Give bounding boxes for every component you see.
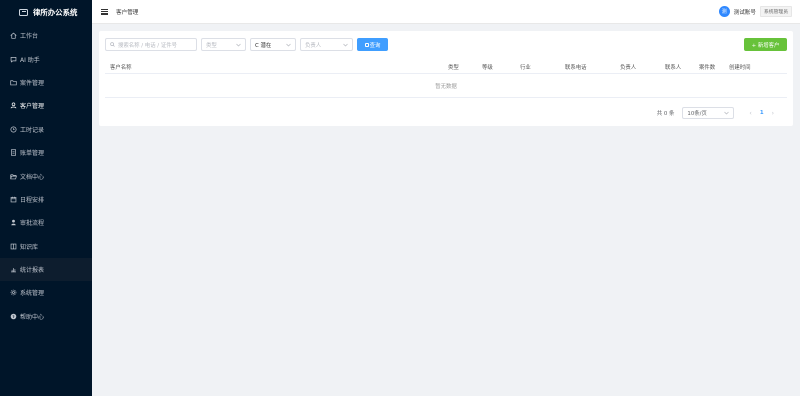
document-icon — [9, 149, 17, 157]
menu-toggle-icon[interactable] — [101, 8, 108, 15]
column-header[interactable]: 负责人 — [620, 63, 636, 71]
sidebar-item-reports[interactable]: 统计报表 — [0, 257, 92, 282]
query-button[interactable]: 查询 — [357, 38, 388, 51]
sidebar-item-label: AI 助手 — [20, 56, 40, 64]
app-title: 律所办公系统 — [33, 7, 78, 17]
person-icon — [9, 219, 17, 227]
sidebar-item-billing[interactable]: 账单管理 — [0, 141, 92, 164]
help-icon: ? — [9, 312, 17, 320]
sidebar-item-timesheets[interactable]: 工时记录 — [0, 118, 92, 141]
sidebar-item-label: 帮助中心 — [20, 313, 45, 321]
gear-icon — [9, 289, 17, 297]
table-header: 客户名称 类型 等级 行业 联系电话 负责人 联系人 案件数 创建时间 — [105, 60, 787, 74]
sidebar: 律所办公系统 工作台 AI 助手 案件管理 客户管理 工时记录 账单管理 文档中… — [0, 0, 92, 396]
logo-icon — [19, 8, 28, 16]
top-header: 客户管理 测 测试账号 系统管理员 — [92, 0, 800, 24]
customer-table: 客户名称 类型 等级 行业 联系电话 负责人 联系人 案件数 创建时间 暂无数据 — [105, 60, 787, 98]
svg-text:?: ? — [12, 314, 14, 319]
sidebar-item-label: 工作台 — [20, 33, 39, 41]
page-title: 客户管理 — [116, 9, 139, 16]
query-icon — [364, 42, 369, 47]
status-select[interactable]: C 潜在 — [250, 38, 296, 51]
status-value: C 潜在 — [255, 42, 272, 49]
sidebar-menu: 工作台 AI 助手 案件管理 客户管理 工时记录 账单管理 文档中心 日程安排 — [0, 24, 92, 328]
filter-bar: 搜索名称 / 电话 / 证件号 类型 C 潜在 负责人 查询 — [105, 38, 388, 51]
user-icon — [9, 102, 17, 110]
sidebar-item-label: 文档中心 — [20, 173, 45, 181]
role-badge: 系统管理员 — [760, 6, 792, 17]
sidebar-item-schedule[interactable]: 日程安排 — [0, 188, 92, 211]
column-header[interactable]: 联系电话 — [565, 63, 587, 71]
column-header[interactable]: 等级 — [482, 63, 493, 71]
page-size-value: 10条/页 — [687, 111, 707, 117]
query-label: 查询 — [369, 42, 381, 49]
column-header[interactable]: 联系人 — [665, 63, 681, 71]
user-menu[interactable]: 测 测试账号 系统管理员 — [718, 6, 792, 17]
sidebar-item-label: 知识库 — [20, 243, 39, 251]
next-page-button[interactable]: › — [772, 110, 774, 117]
type-select[interactable]: 类型 — [201, 38, 246, 51]
sidebar-item-documents[interactable]: 文档中心 — [0, 164, 92, 187]
folder-open-icon — [9, 172, 17, 180]
pagination: 共 0 条 10条/页 ‹ 1 › — [657, 107, 779, 119]
sidebar-item-label: 案件管理 — [20, 79, 45, 87]
owner-placeholder: 负责人 — [305, 42, 322, 49]
owner-select[interactable]: 负责人 — [300, 38, 353, 51]
sidebar-item-customers[interactable]: 客户管理 — [0, 94, 92, 117]
prev-page-button[interactable]: ‹ — [749, 110, 751, 117]
app-brand[interactable]: 律所办公系统 — [0, 0, 92, 24]
clock-icon — [9, 125, 17, 133]
sidebar-item-label: 工时记录 — [20, 126, 45, 134]
sidebar-item-system[interactable]: 系统管理 — [0, 281, 92, 304]
sidebar-item-cases[interactable]: 案件管理 — [0, 71, 92, 94]
book-icon — [9, 242, 17, 250]
sidebar-item-approvals[interactable]: 审批流程 — [0, 211, 92, 234]
search-placeholder: 搜索名称 / 电话 / 证件号 — [118, 42, 178, 49]
home-icon — [9, 32, 17, 40]
sidebar-item-knowledge[interactable]: 知识库 — [0, 235, 92, 258]
sidebar-item-label: 客户管理 — [20, 103, 45, 111]
user-name[interactable]: 测试账号 — [734, 8, 756, 16]
column-header[interactable]: 客户名称 — [110, 63, 132, 71]
chevron-down-icon — [343, 43, 348, 49]
chart-icon — [9, 266, 17, 274]
folder-icon — [9, 78, 17, 86]
sidebar-item-label: 日程安排 — [20, 196, 45, 204]
column-header[interactable]: 案件数 — [699, 63, 715, 71]
customer-list-card: 搜索名称 / 电话 / 证件号 类型 C 潜在 负责人 查询 + 新增客户 客户… — [99, 31, 793, 126]
add-customer-button[interactable]: + 新增客户 — [744, 38, 787, 51]
calendar-icon — [9, 195, 17, 203]
chevron-down-icon — [724, 111, 730, 117]
page-size-select[interactable]: 10条/页 — [682, 107, 735, 119]
sidebar-item-label: 账单管理 — [20, 150, 45, 158]
sidebar-item-label: 统计报表 — [20, 267, 45, 275]
current-page[interactable]: 1 — [760, 110, 764, 116]
avatar[interactable]: 测 — [718, 6, 730, 17]
sidebar-item-workbench[interactable]: 工作台 — [0, 24, 92, 47]
empty-state: 暂无数据 — [105, 74, 787, 98]
sidebar-item-label: 审批流程 — [20, 220, 45, 228]
search-input[interactable]: 搜索名称 / 电话 / 证件号 — [105, 38, 197, 51]
chevron-down-icon — [286, 43, 291, 49]
search-icon — [110, 42, 115, 47]
sidebar-item-help[interactable]: ? 帮助中心 — [0, 305, 92, 328]
sidebar-item-label: 系统管理 — [20, 290, 45, 298]
sidebar-item-ai-assistant[interactable]: AI 助手 — [0, 47, 92, 70]
column-header[interactable]: 类型 — [448, 63, 459, 71]
chevron-down-icon — [236, 43, 241, 49]
chat-icon — [9, 55, 17, 63]
column-header[interactable]: 行业 — [520, 63, 531, 71]
total-count: 共 0 条 — [656, 111, 675, 117]
type-placeholder: 类型 — [206, 42, 217, 49]
column-header[interactable]: 创建时间 — [729, 63, 751, 71]
